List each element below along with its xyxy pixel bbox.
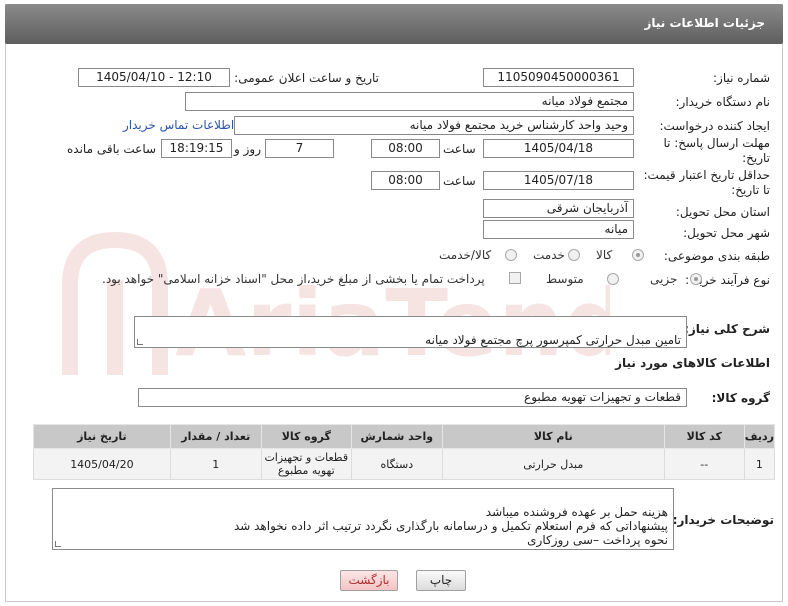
items-table-header: ردیف کد کالا نام کالا واحد شمارش گروه کا… (33, 424, 776, 449)
province-field: آذربایجان شرقی (483, 199, 634, 218)
deadline-time-label: ساعت (443, 142, 476, 156)
panel-header: جزئیات اطلاعات نیاز (5, 4, 783, 44)
validity-date-field: 1405/07/18 (483, 171, 634, 190)
deadline-label-line2: تاریخ: (742, 151, 770, 165)
col-quantity: تعداد / مقدار (169, 424, 262, 449)
announce-label: تاریخ و ساعت اعلان عمومی: (234, 71, 379, 85)
description-text: تامین مبدل حرارتی کمپرسور پرچ مجتمع فولا… (425, 333, 681, 347)
cell-name: مبدل حرارتی (441, 448, 665, 480)
cell-need-date: 1405/04/20 (33, 448, 171, 480)
buyer-notes-label: توضیحات خریدار: (672, 513, 774, 527)
buyer-org-label: نام دستگاه خریدار: (675, 95, 771, 109)
goods-group-field: قطعات و تجهیزات تهویه مطبوع (138, 388, 687, 407)
need-number-field: 1105090450000361 (483, 68, 634, 87)
process-option-minor: جزیی (650, 272, 678, 286)
back-button[interactable]: بازگشت (340, 570, 398, 591)
cell-quantity: 1 (169, 448, 262, 480)
creator-field: وحید واحد کارشناس خرید مجتمع فولاد میانه (234, 116, 634, 135)
city-label: شهر محل تحویل: (683, 226, 770, 240)
col-need-date: تاریخ نیاز (33, 424, 171, 449)
days-field: 7 (265, 139, 334, 158)
col-name: نام کالا (441, 424, 665, 449)
process-radio-minor[interactable] (690, 273, 702, 285)
category-radio-service[interactable] (568, 249, 580, 261)
province-label: استان محل تحویل: (675, 205, 770, 219)
buyer-notes-text: هزینه حمل بر عهده فروشنده میباشد پیشنهاد… (233, 505, 668, 549)
cell-row: 1 (743, 448, 776, 480)
city-field: میانه (483, 220, 634, 239)
deadline-date-field: 1405/04/18 (483, 139, 634, 158)
validity-label-line2: تا تاریخ: (731, 183, 770, 197)
validity-time-field: 08:00 (371, 171, 440, 190)
category-label: طبقه بندی موضوعی: (663, 249, 770, 263)
announce-datetime-field: 1405/04/10 - 12:10 (78, 68, 230, 87)
resize-grip-icon[interactable] (55, 541, 61, 547)
description-textarea[interactable]: تامین مبدل حرارتی کمپرسور پرچ مجتمع فولا… (134, 316, 687, 348)
page-title: جزئیات اطلاعات نیاز (644, 16, 765, 30)
cell-unit: دستگاه (350, 448, 443, 480)
process-radio-medium[interactable] (607, 273, 619, 285)
category-option-service: خدمت (533, 248, 565, 262)
buyer-org-field: مجتمع فولاد میانه (185, 92, 634, 111)
validity-label-line1: حداقل تاریخ اعتبار قیمت: (643, 168, 770, 182)
col-unit: واحد شمارش (350, 424, 443, 449)
treasury-payment-note: پرداخت تمام یا بخشی از مبلغ خرید،از محل … (102, 272, 485, 286)
days-label: روز و (234, 142, 261, 156)
need-number-label: شماره نیاز: (713, 71, 770, 85)
col-group: گروه کالا (260, 424, 352, 449)
process-option-medium: متوسط (546, 272, 584, 286)
contact-info-link[interactable]: اطلاعات تماس خریدار (123, 118, 234, 132)
col-code: کد کالا (663, 424, 745, 449)
creator-label: ایجاد کننده درخواست: (659, 119, 770, 133)
items-table: ردیف کد کالا نام کالا واحد شمارش گروه کا… (33, 424, 776, 480)
buyer-notes-textarea[interactable]: هزینه حمل بر عهده فروشنده میباشد پیشنهاد… (52, 488, 674, 550)
print-button[interactable]: چاپ (416, 570, 466, 591)
category-radio-goods-service[interactable] (505, 249, 517, 261)
table-row: 1 -- مبدل حرارتی دستگاه قطعات و تجهیزات … (33, 448, 776, 480)
col-row: ردیف (743, 424, 776, 449)
deadline-time-field: 08:00 (371, 139, 440, 158)
category-radio-goods[interactable] (632, 249, 644, 261)
deadline-label-line1: مهلت ارسال پاسخ: تا (663, 136, 770, 150)
resize-grip-icon[interactable] (137, 339, 143, 345)
goods-section-title: اطلاعات کالاهای مورد نیاز (615, 356, 770, 370)
cell-group: قطعات و تجهیزات تهویه مطبوع (260, 448, 352, 480)
description-label: شرح کلی نیاز: (684, 322, 770, 336)
category-option-goods: کالا (596, 248, 613, 262)
remaining-time-field: 18:19:15 (161, 139, 232, 158)
category-option-goods-service: کالا/خدمت (439, 248, 492, 262)
goods-group-label: گروه کالا: (711, 391, 770, 405)
validity-time-label: ساعت (443, 174, 476, 188)
treasury-payment-checkbox[interactable] (509, 272, 521, 284)
cell-code: -- (663, 448, 745, 480)
remaining-label: ساعت باقی مانده (67, 142, 157, 156)
